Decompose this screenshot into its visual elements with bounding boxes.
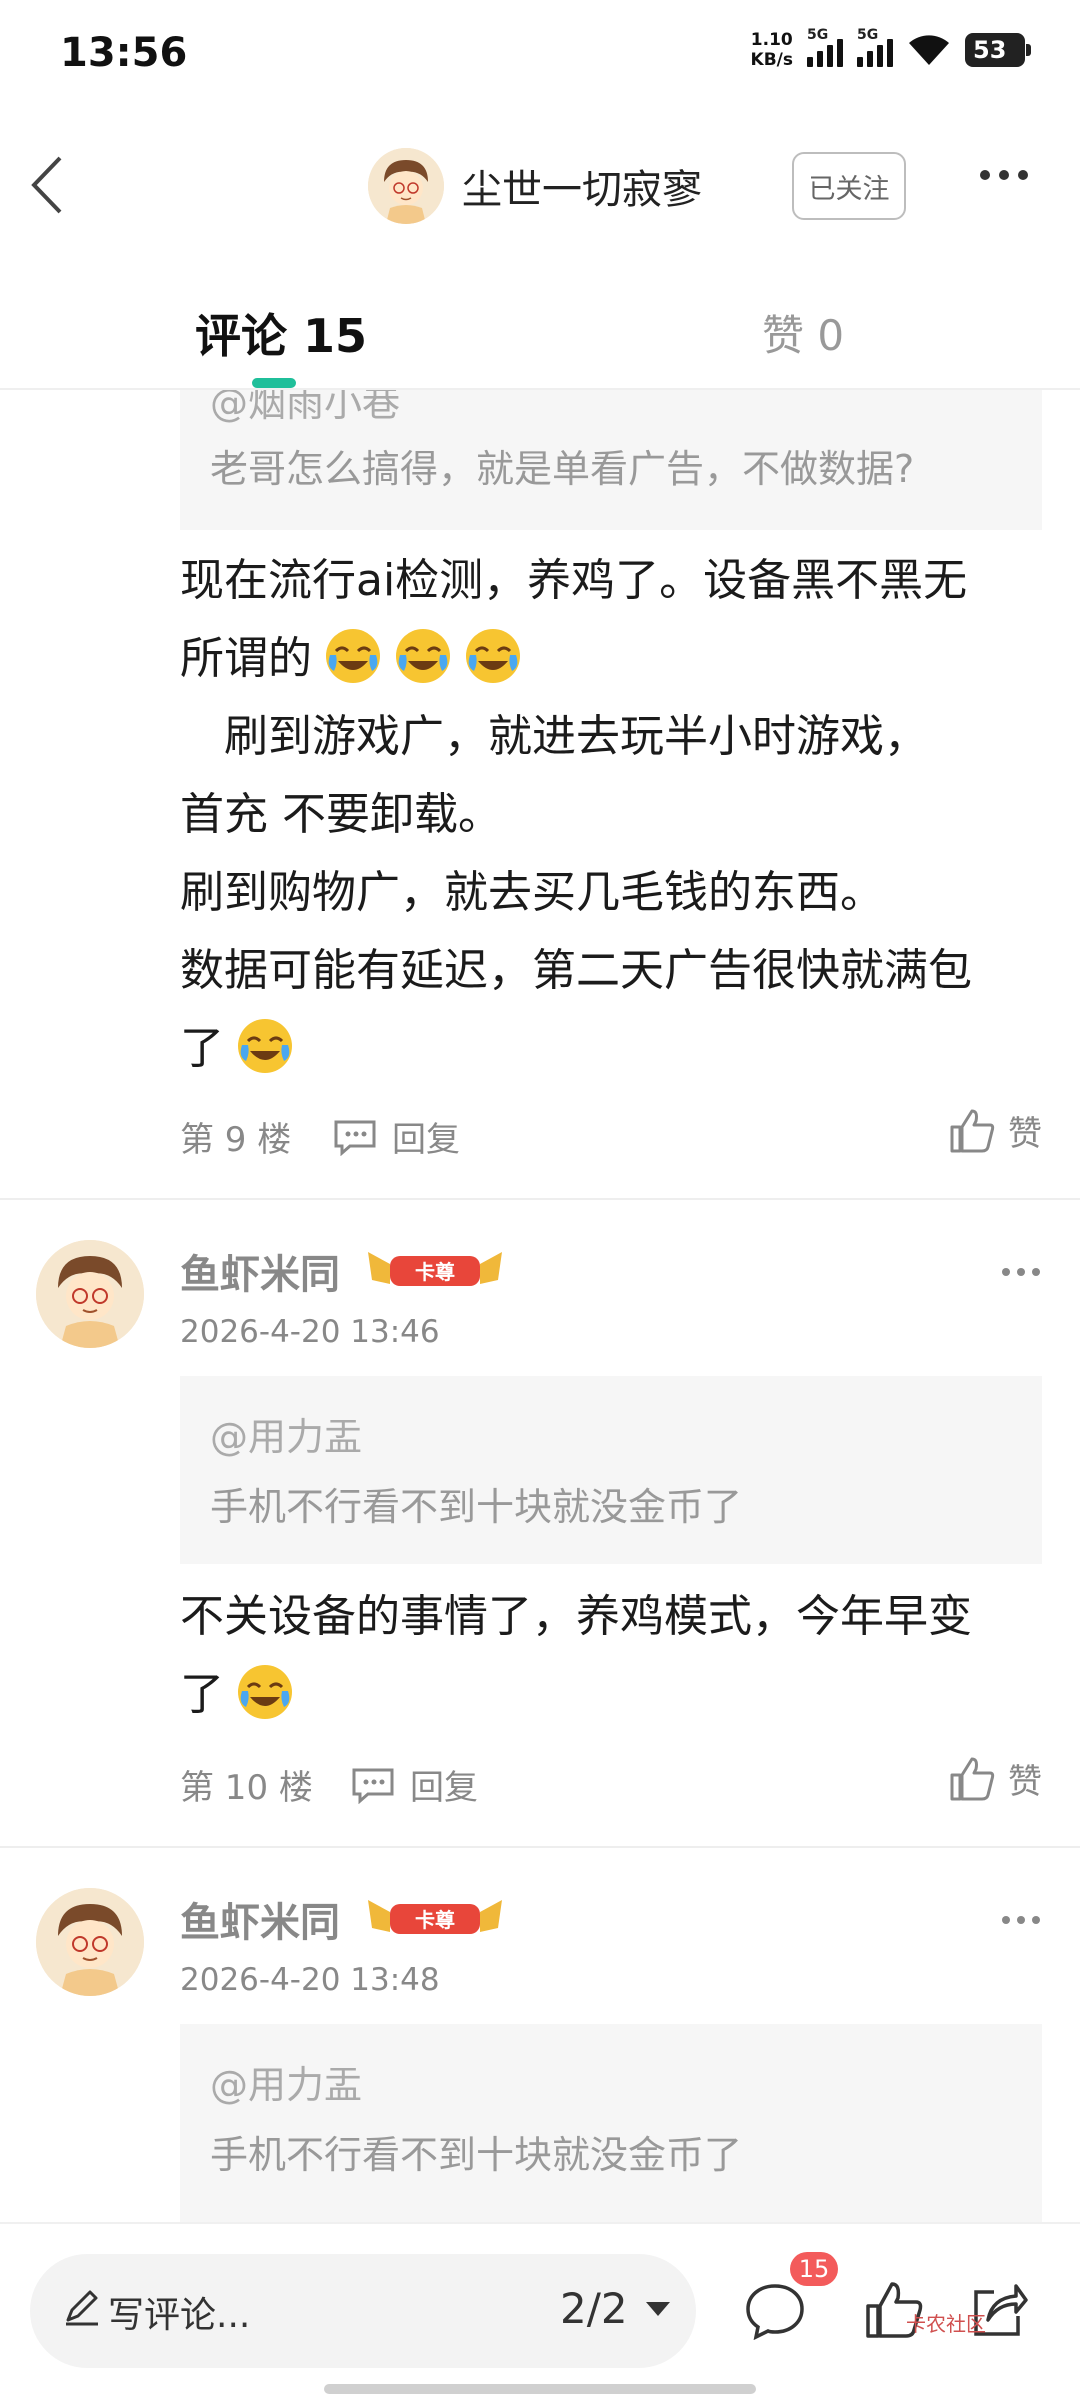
tab-comments[interactable]: 评论 15 [195,300,367,366]
like-button[interactable]: 赞 [948,1106,1042,1155]
commenter-name[interactable]: 鱼虾米同 [180,1890,340,1948]
reply-icon [334,1120,376,1156]
active-tab-indicator [252,378,296,388]
comment-time: 2026-4-20 13:46 [180,1314,440,1350]
quote-text: 手机不行看不到十块就没金币了 [210,2133,743,2177]
like-icon [950,1757,995,1800]
wifi-icon [909,35,949,65]
divider [0,1846,1080,1848]
quoted-comment[interactable]: @用力盂 手机不行看不到十块就没金币了 [180,1376,1042,1564]
comment-body: 不关设备的事情了，养鸡模式，今年早变 了 [180,1591,972,1720]
quoted-comment[interactable]: @用力盂 手机不行看不到十块就没金币了 [180,2024,1042,2222]
more-icon[interactable] [980,170,1028,180]
comment-input-placeholder: 写评论... [108,2295,251,2336]
comment-time: 2026-4-20 13:48 [180,1962,440,1998]
avatar-cartoon-icon [36,1888,144,1996]
vip-badge-icon: 卡尊 [368,1900,502,1934]
more-icon[interactable] [1002,1268,1040,1276]
laugh-cry-emoji-icon [238,1665,292,1719]
page-indicator[interactable]: 2/2 [560,2284,628,2333]
chevron-down-icon[interactable] [646,2302,670,2316]
badge-label: 卡尊 [415,1908,455,1932]
comment-meta: 第 10 楼 回复 赞 [180,1757,1042,1810]
floor-number: 第 10 楼 [180,1768,313,1808]
avatar[interactable] [368,148,444,224]
home-indicator[interactable] [324,2384,756,2394]
comment-icon[interactable] [744,2282,806,2340]
laugh-cry-emoji-icon [238,1019,292,1073]
comment-body: 现在流行ai检测，养鸡了。设备黑不黑无 所谓的 刷到游戏广，就进去玩半小时游戏，… [180,555,972,1074]
comment-tabs: 评论 15 赞 0 [0,278,1080,390]
badge-label: 卡尊 [415,1260,455,1284]
reply-icon [352,1768,394,1804]
quote-text: 手机不行看不到十块就没金币了 [210,1485,743,1529]
battery-icon: 53 [965,33,1031,67]
avatar[interactable] [36,1240,144,1348]
network-speed: 1.10 KB/s [750,30,793,70]
more-icon[interactable] [1002,1916,1040,1924]
pen-icon [66,2290,98,2326]
comment-header: 鱼虾米同 卡尊 2026-4-20 13:48 [0,1888,1080,2028]
quote-mention: @用力盂 [210,2063,363,2107]
signal-icon: 5G [807,27,843,67]
back-arrow-icon[interactable] [24,152,74,218]
status-bar: 13:56 1.10 KB/s 5G 5G 53 [0,0,1080,110]
laugh-cry-emoji-icon [326,629,380,683]
comment-count-badge: 15 [790,2252,838,2286]
vip-badge-icon: 卡尊 [368,1252,502,1286]
bottom-bar: 写评论... 2/2 15 卡农社区 [0,2222,1080,2400]
status-icons: 1.10 KB/s 5G 5G 53 [750,27,1031,70]
status-time: 13:56 [60,30,188,76]
post-header: 尘世一切寂寥 已关注 [0,130,1080,240]
floor-number: 第 9 楼 [180,1120,292,1160]
like-icon [950,1109,995,1152]
laugh-cry-emoji-icon [466,629,520,683]
commenter-name[interactable]: 鱼虾米同 [180,1242,340,1300]
comment-input[interactable]: 写评论... 2/2 [30,2254,696,2368]
reply-button[interactable]: 回复 [350,1760,478,1809]
avatar-cartoon-icon [368,148,444,224]
laugh-cry-emoji-icon [396,629,450,683]
signal-icon-2: 5G [857,27,893,67]
reply-button[interactable]: 回复 [332,1112,460,1161]
follow-button[interactable]: 已关注 [792,152,906,220]
avatar[interactable] [36,1888,144,1996]
tab-likes[interactable]: 赞 0 [762,302,844,363]
avatar-cartoon-icon [36,1240,144,1348]
quote-text: 老哥怎么搞得，就是单看广告，不做数据? [210,447,915,491]
author-info[interactable]: 尘世一切寂寥 [368,148,702,224]
like-button[interactable]: 赞 [948,1754,1042,1803]
watermark: 卡农社区 [906,2312,986,2336]
comment-header: 鱼虾米同 卡尊 2026-4-20 13:46 [0,1240,1080,1380]
quoted-comment[interactable]: @烟雨小巷 老哥怎么搞得，就是单看广告，不做数据? [180,372,1042,530]
comment-meta: 第 9 楼 回复 赞 [180,1109,1042,1162]
divider [0,1198,1080,1200]
author-name[interactable]: 尘世一切寂寥 [462,157,702,215]
quote-mention: @用力盂 [210,1415,363,1459]
